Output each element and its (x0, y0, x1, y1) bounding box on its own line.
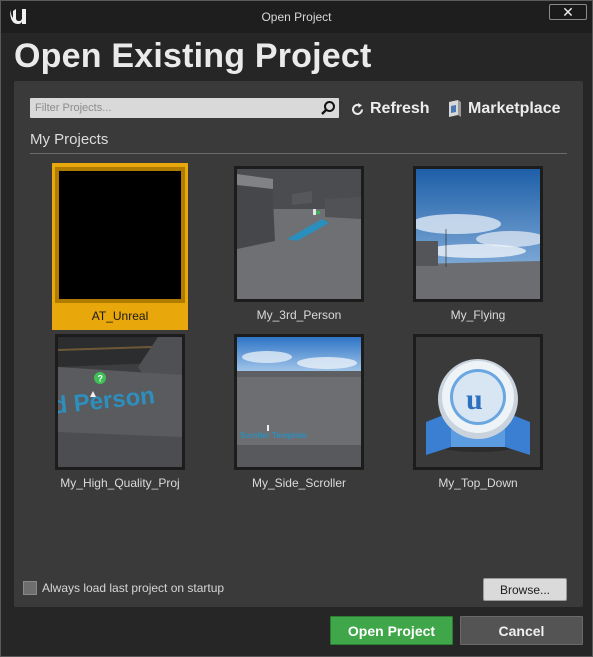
project-tile-at-unreal[interactable]: AT_Unreal (52, 163, 188, 330)
project-thumbnail: Scroller Template (234, 334, 364, 470)
search-icon[interactable] (320, 100, 336, 116)
project-name: My_Top_Down (438, 476, 518, 490)
project-tile-my-high-quality-proj[interactable]: d Person ? My_High_Quality_Proj (52, 334, 188, 491)
section-divider (30, 153, 567, 154)
project-thumbnail: d Person ? (55, 334, 185, 470)
unreal-project-icon: u (426, 359, 530, 455)
project-name: My_3rd_Person (256, 308, 342, 322)
close-button[interactable]: ✕ (549, 4, 587, 20)
svg-text:Scroller Template: Scroller Template (240, 431, 307, 440)
window-title: Open Project (261, 10, 332, 24)
marketplace-button[interactable]: Marketplace (447, 99, 561, 119)
project-thumbnail (55, 167, 185, 303)
always-load-label: Always load last project on startup (42, 581, 225, 595)
refresh-label: Refresh (370, 100, 430, 117)
cancel-button[interactable]: Cancel (460, 616, 583, 645)
svg-text:u: u (466, 383, 483, 416)
marketplace-label: Marketplace (468, 100, 561, 117)
project-tile-my-top-down[interactable]: u My_Top_Down (410, 334, 546, 491)
project-tile-my-3rd-person[interactable]: My_3rd_Person (231, 166, 367, 323)
always-load-checkbox[interactable] (23, 581, 37, 595)
open-project-dialog: Open Project ✕ Open Existing Project Ref… (0, 0, 593, 657)
project-name: My_High_Quality_Proj (60, 476, 180, 490)
project-thumbnail: u (413, 334, 543, 470)
section-title: My Projects (30, 131, 109, 148)
project-thumbnail (234, 166, 364, 302)
close-icon: ✕ (562, 3, 574, 20)
marketplace-icon (449, 100, 461, 117)
always-load-option[interactable]: Always load last project on startup (23, 581, 224, 595)
title-bar[interactable]: Open Project ✕ (1, 1, 592, 33)
filter-projects-box[interactable] (30, 98, 339, 118)
open-project-button[interactable]: Open Project (330, 616, 453, 645)
project-name: My_Side_Scroller (251, 476, 347, 490)
project-tile-my-flying[interactable]: My_Flying (410, 166, 546, 323)
page-title: Open Existing Project (14, 37, 372, 75)
project-tile-my-side-scroller[interactable]: Scroller Template My_Side_Scroller (231, 334, 367, 491)
refresh-icon (352, 102, 363, 115)
project-name: AT_Unreal (91, 309, 149, 323)
browse-button[interactable]: Browse... (483, 578, 567, 601)
filter-projects-input[interactable] (30, 98, 314, 118)
svg-text:?: ? (98, 374, 104, 384)
projects-panel: Refresh Marketplace My Projects AT_Unrea… (14, 81, 583, 607)
project-thumbnail (413, 166, 543, 302)
project-name: My_Flying (450, 308, 506, 322)
refresh-button[interactable]: Refresh (350, 99, 430, 119)
